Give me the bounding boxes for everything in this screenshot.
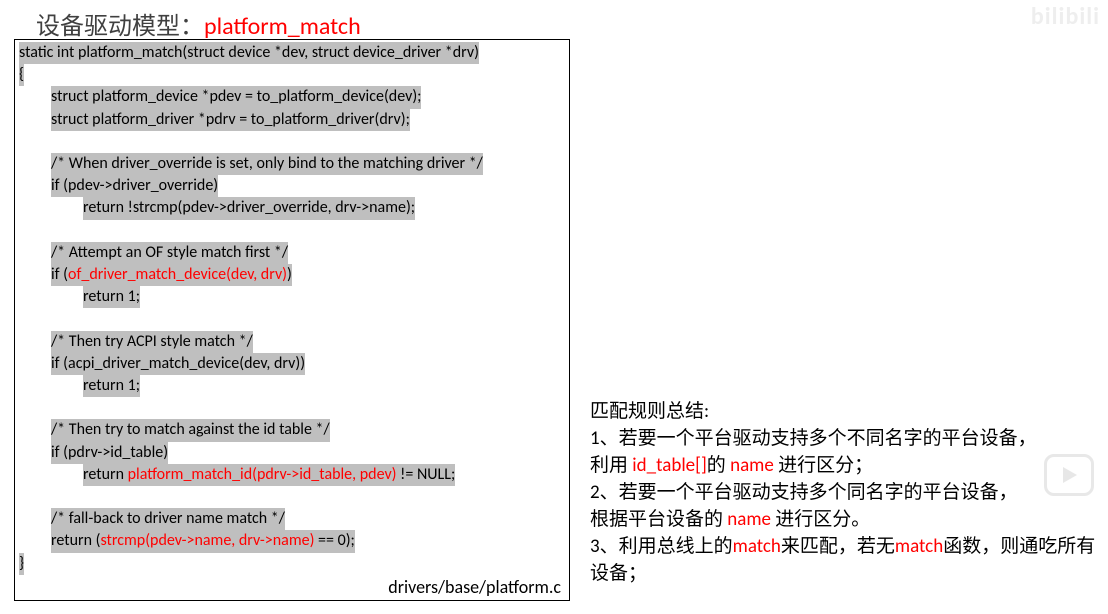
code-line <box>19 397 565 419</box>
code-block: static int platform_match(struct device … <box>14 39 570 601</box>
code-line: /* Attempt an OF style match first */ <box>19 242 565 264</box>
code-line: /* Then try to match against the id tabl… <box>19 419 565 441</box>
code-segment: struct platform_device *pdev = to_platfo… <box>51 86 421 108</box>
code-segment: if (pdrv->id_table) <box>51 442 168 464</box>
code-segment: return !strcmp(pdev->driver_override, dr… <box>83 197 415 219</box>
code-line: return platform_match_id(pdrv->id_table,… <box>19 464 565 486</box>
note-3-mid: 来匹配，若无 <box>781 535 895 558</box>
summary-notes: 匹配规则总结: 1、若要一个平台驱动支持多个不同名字的平台设备， 利用 id_t… <box>590 398 1108 587</box>
code-segment: of_driver_match_device(dev, drv) <box>68 264 287 286</box>
title-prefix: 设备驱动模型： <box>36 12 204 41</box>
code-segment: ) <box>287 264 292 286</box>
play-icon <box>1044 454 1094 496</box>
code-segment: != NULL; <box>397 464 456 486</box>
code-segment: if (acpi_driver_match_device(dev, drv)) <box>51 353 305 375</box>
code-line: /* fall-back to driver name match */ <box>19 508 565 530</box>
note-2b-hl: name <box>727 508 771 531</box>
note-1b-hl1: id_table[] <box>632 454 707 477</box>
code-line: return 1; <box>19 286 565 308</box>
code-line <box>19 308 565 330</box>
note-1b: 利用 id_table[]的 name 进行区分； <box>590 452 1108 479</box>
code-segment: /* When driver_override is set, only bin… <box>51 153 483 175</box>
code-line: struct platform_device *pdev = to_platfo… <box>19 86 565 108</box>
code-lines: static int platform_match(struct device … <box>19 42 565 575</box>
code-segment: /* fall-back to driver name match */ <box>51 508 285 530</box>
note-1b-hl2: name <box>730 454 774 477</box>
slide-title: 设备驱动模型：platform_match <box>36 6 361 41</box>
code-segment: /* Then try to match against the id tabl… <box>51 419 330 441</box>
note-1a: 1、若要一个平台驱动支持多个不同名字的平台设备， <box>590 425 1108 452</box>
code-line: if (acpi_driver_match_device(dev, drv)) <box>19 353 565 375</box>
code-line: if (pdev->driver_override) <box>19 175 565 197</box>
note-2b-post: 进行区分。 <box>771 508 870 531</box>
code-segment: return 1; <box>83 375 140 397</box>
title-highlighted: platform_match <box>204 12 361 41</box>
watermark-text: bilibili <box>1031 2 1100 31</box>
code-line: return !strcmp(pdev->driver_override, dr… <box>19 197 565 219</box>
note-1b-mid: 的 <box>707 454 730 477</box>
code-line: static int platform_match(struct device … <box>19 42 565 64</box>
code-line: } <box>19 553 565 575</box>
code-segment: struct platform_driver *pdrv = to_platfo… <box>51 109 410 131</box>
code-segment: platform_match_id(pdrv->id_table, pdev) <box>128 464 397 486</box>
note-3-hl1: match <box>733 535 781 558</box>
note-3-hl2: match <box>895 535 943 558</box>
code-line: struct platform_driver *pdrv = to_platfo… <box>19 109 565 131</box>
code-segment: if ( <box>51 264 68 286</box>
code-segment: /* Then try ACPI style match */ <box>51 331 253 353</box>
note-1b-pre: 利用 <box>590 454 632 477</box>
code-segment: /* Attempt an OF style match first */ <box>51 242 288 264</box>
code-segment: == 0); <box>314 530 354 552</box>
notes-heading: 匹配规则总结: <box>590 398 1108 425</box>
code-segment: strcmp(pdev->name, drv->name) <box>100 530 314 552</box>
note-2b: 根据平台设备的 name 进行区分。 <box>590 506 1108 533</box>
code-line: /* When driver_override is set, only bin… <box>19 153 565 175</box>
code-line: /* Then try ACPI style match */ <box>19 331 565 353</box>
code-segment: return 1; <box>83 286 140 308</box>
note-1b-post: 进行区分； <box>774 454 873 477</box>
code-segment: return <box>83 464 128 486</box>
source-file-path: drivers/base/platform.c <box>388 576 561 598</box>
note-2b-pre: 根据平台设备的 <box>590 508 727 531</box>
code-line <box>19 486 565 508</box>
code-line: return 1; <box>19 375 565 397</box>
code-segment: { <box>19 64 24 86</box>
note-3-pre: 3、利用总线上的 <box>590 535 733 558</box>
code-segment: if (pdev->driver_override) <box>51 175 218 197</box>
code-line: return (strcmp(pdev->name, drv->name) ==… <box>19 530 565 552</box>
code-segment: return ( <box>51 530 100 552</box>
code-segment: static int platform_match(struct device … <box>19 42 479 64</box>
note-2a: 2、若要一个平台驱动支持多个同名字的平台设备， <box>590 479 1108 506</box>
code-line: if (pdrv->id_table) <box>19 442 565 464</box>
code-line: { <box>19 64 565 86</box>
note-3: 3、利用总线上的match来匹配，若无match函数，则通吃所有设备； <box>590 533 1108 587</box>
code-line <box>19 131 565 153</box>
code-line: if (of_driver_match_device(dev, drv)) <box>19 264 565 286</box>
code-line <box>19 220 565 242</box>
code-segment: } <box>19 553 24 575</box>
